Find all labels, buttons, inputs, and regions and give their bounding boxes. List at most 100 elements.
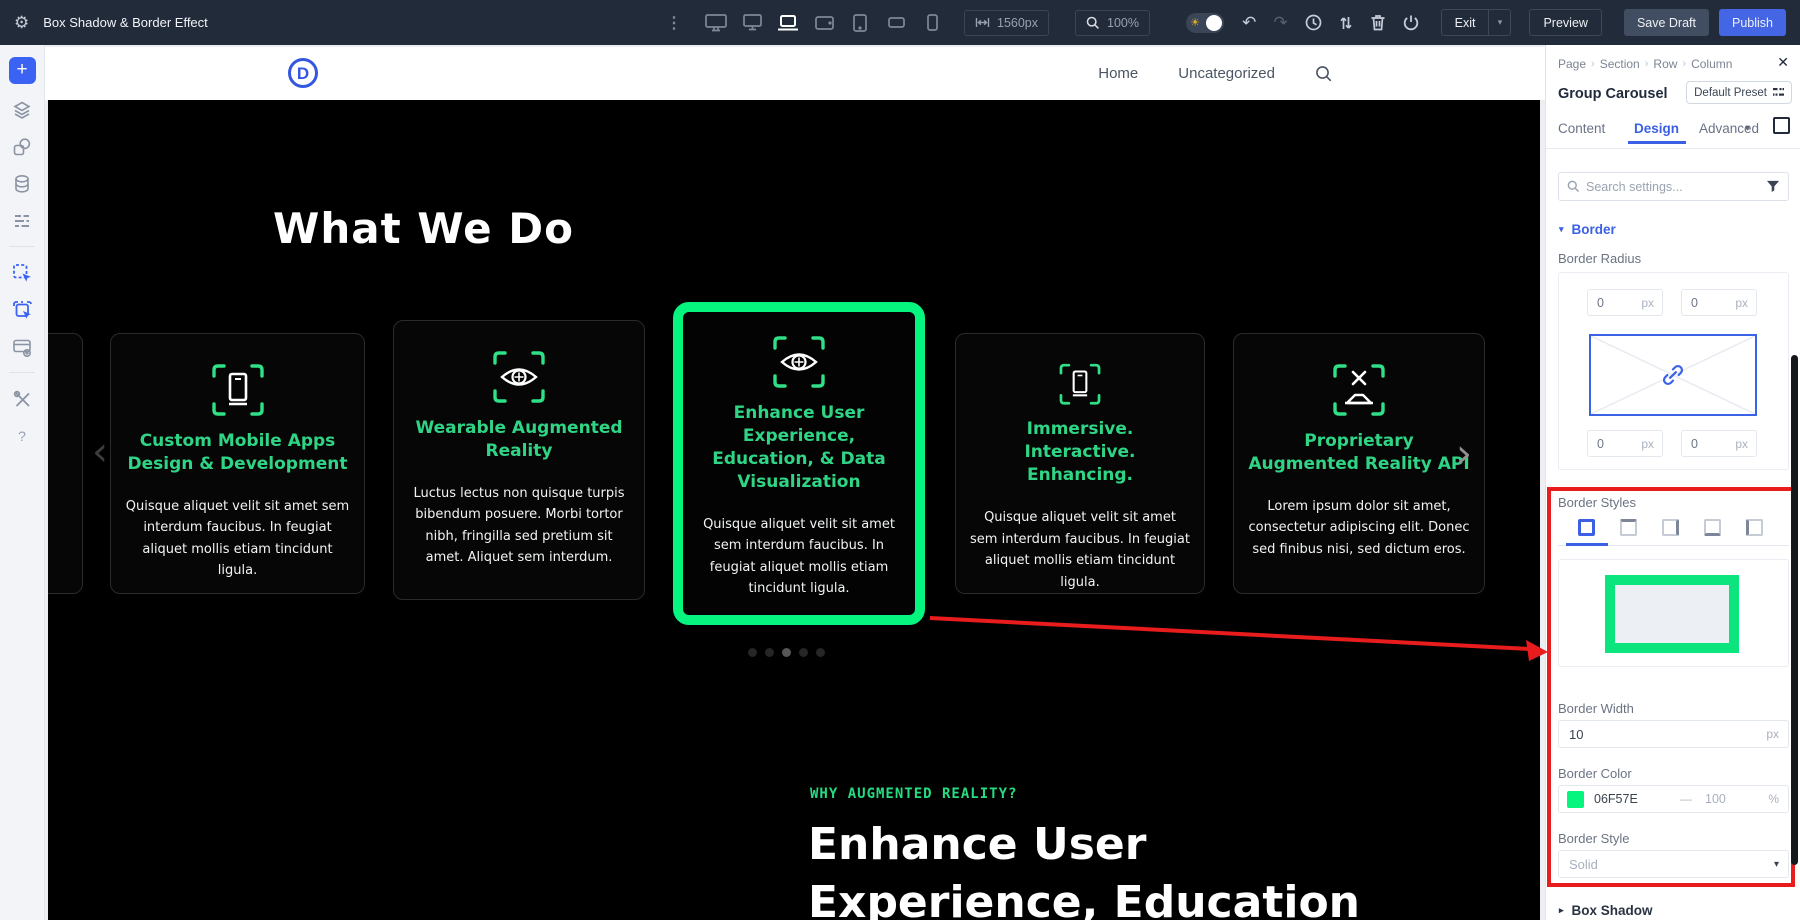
sort-arrows-icon[interactable] — [1339, 15, 1353, 31]
carousel-card-partial[interactable] — [48, 333, 83, 594]
carousel-card[interactable]: Immersive. Interactive. Enhancing. Quisq… — [955, 333, 1205, 594]
border-preview-rect — [1605, 575, 1739, 653]
box-shadow-section-header[interactable]: ▸ Box Shadow — [1559, 903, 1653, 918]
hero-heading-line1: Enhance User — [808, 819, 1147, 870]
more-options-icon[interactable]: ⋮ — [666, 13, 682, 33]
tab-advanced[interactable]: Advanced — [1699, 121, 1759, 136]
border-style-select[interactable]: Solid ▾ — [1558, 850, 1789, 878]
device-desktop-icon[interactable] — [740, 13, 764, 33]
search-input[interactable] — [1586, 179, 1760, 194]
default-preset-button[interactable]: Default Preset — [1686, 81, 1792, 104]
zoom-control[interactable]: 100% — [1075, 9, 1150, 36]
border-style-left-icon[interactable] — [1746, 519, 1763, 536]
device-laptop-icon[interactable] — [776, 13, 800, 33]
trash-icon[interactable] — [1370, 14, 1386, 31]
carousel-card[interactable]: Proprietary Augmented Reality API Lorem … — [1233, 333, 1485, 594]
breadcrumb-row[interactable]: Row — [1653, 57, 1677, 71]
border-color-field[interactable]: 06F57E — 100 % — [1558, 785, 1789, 813]
expand-panel-icon[interactable] — [1773, 117, 1790, 134]
exit-caret-icon[interactable]: ▾ — [1488, 10, 1510, 35]
carousel-dot[interactable] — [799, 648, 808, 657]
box-shadow-label: Box Shadow — [1571, 903, 1653, 918]
device-tablet-landscape-icon[interactable] — [812, 13, 836, 33]
select-element-icon[interactable] — [11, 262, 33, 284]
site-logo[interactable]: D — [288, 58, 318, 88]
carousel-dot[interactable] — [748, 648, 757, 657]
undo-icon[interactable]: ↶ — [1242, 14, 1256, 31]
carousel-card[interactable]: Wearable Augmented Reality Luctus lectus… — [393, 320, 645, 600]
history-icon[interactable] — [1305, 14, 1322, 31]
carousel-dot-active[interactable] — [782, 648, 791, 657]
active-style-underline — [1566, 543, 1608, 546]
border-width-field[interactable]: px — [1558, 720, 1789, 748]
device-desktop-xl-icon[interactable] — [704, 13, 728, 33]
border-style-bottom-icon[interactable] — [1704, 519, 1721, 536]
settings-search[interactable] — [1558, 172, 1789, 201]
nav-link-home[interactable]: Home — [1098, 65, 1138, 82]
breadcrumb-page[interactable]: Page — [1558, 57, 1586, 71]
radius-bottom-right-field[interactable]: px — [1681, 430, 1757, 457]
close-icon[interactable]: ✕ — [1777, 54, 1789, 71]
shapes-icon[interactable] — [11, 136, 33, 158]
radius-link-box[interactable] — [1589, 334, 1757, 416]
filter-icon[interactable] — [1766, 180, 1780, 193]
border-section-header[interactable]: ▾ Border — [1559, 222, 1616, 237]
redo-icon[interactable]: ↷ — [1273, 14, 1287, 31]
device-phone-portrait-icon[interactable] — [920, 13, 944, 33]
device-tablet-portrait-icon[interactable] — [848, 13, 872, 33]
carousel-card-highlighted[interactable]: Enhance User Experience, Education, & Da… — [673, 302, 925, 625]
nav-link-uncategorized[interactable]: Uncategorized — [1178, 65, 1275, 82]
device-phone-landscape-icon[interactable] — [884, 13, 908, 33]
panel-scrollbar[interactable] — [1791, 355, 1798, 865]
layers-icon[interactable] — [11, 99, 33, 121]
viewport-width-control[interactable]: 1560px — [964, 9, 1050, 36]
toggle-knob — [1206, 14, 1223, 31]
border-styles-label: Border Styles — [1558, 495, 1637, 510]
carousel-next-icon[interactable]: › — [1456, 434, 1472, 474]
radius-top-left-field[interactable]: px — [1587, 289, 1663, 316]
save-draft-button[interactable]: Save Draft — [1623, 9, 1709, 36]
border-radius-label: Border Radius — [1558, 251, 1642, 266]
border-style-top-icon[interactable] — [1620, 519, 1637, 536]
layout-settings-icon[interactable] — [11, 336, 33, 358]
carousel-dot[interactable] — [765, 648, 774, 657]
carousel-prev-icon[interactable]: ‹ — [92, 432, 108, 472]
border-style-all-icon[interactable] — [1578, 519, 1595, 536]
opacity-value[interactable]: 100 — [1705, 792, 1726, 806]
help-icon[interactable]: ? — [11, 425, 33, 447]
border-style-value: Solid — [1569, 856, 1598, 872]
tab-content[interactable]: Content — [1558, 121, 1605, 136]
radius-top-right-field[interactable]: px — [1681, 289, 1757, 316]
breadcrumb-section[interactable]: Section — [1600, 57, 1640, 71]
breadcrumb-separator-icon: › — [1682, 58, 1687, 70]
add-module-button[interactable]: + — [8, 57, 36, 84]
carousel-dot[interactable] — [816, 648, 825, 657]
site-search-icon[interactable] — [1315, 65, 1333, 83]
light-dark-toggle[interactable]: ☀ — [1186, 12, 1225, 33]
radius-top-left-input[interactable] — [1588, 295, 1628, 310]
link-icon — [1662, 364, 1684, 386]
color-hex-value[interactable]: 06F57E — [1594, 792, 1638, 806]
tabs-caret-icon[interactable]: ▾ — [1745, 123, 1750, 134]
power-icon[interactable] — [1403, 14, 1419, 31]
publish-button[interactable]: Publish — [1719, 9, 1786, 36]
exit-button[interactable]: Exit — [1442, 10, 1489, 35]
carousel-card[interactable]: Custom Mobile Apps Design & Development … — [110, 333, 365, 594]
list-settings-icon[interactable] — [11, 210, 33, 232]
radius-bottom-left-field[interactable]: px — [1587, 430, 1663, 457]
builder-toolbar: ⚙ Box Shadow & Border Effect ⋮ 1560px 10… — [0, 0, 1800, 45]
preview-button[interactable]: Preview — [1529, 9, 1602, 36]
settings-gear-icon[interactable]: ⚙ — [14, 13, 29, 33]
tab-design[interactable]: Design — [1634, 121, 1679, 136]
radius-top-right-input[interactable] — [1682, 295, 1722, 310]
radius-bottom-right-input[interactable] — [1682, 436, 1722, 451]
card-body: Lorem ipsum dolor sit amet, consectetur … — [1248, 498, 1470, 557]
tools-icon[interactable] — [11, 388, 33, 410]
border-width-input[interactable] — [1559, 726, 1709, 742]
select-multiple-icon[interactable] — [11, 299, 33, 321]
radius-bottom-left-input[interactable] — [1588, 436, 1628, 451]
border-style-right-icon[interactable] — [1662, 519, 1679, 536]
color-swatch[interactable] — [1567, 791, 1584, 808]
database-icon[interactable] — [11, 173, 33, 195]
breadcrumb-column[interactable]: Column — [1691, 57, 1732, 71]
